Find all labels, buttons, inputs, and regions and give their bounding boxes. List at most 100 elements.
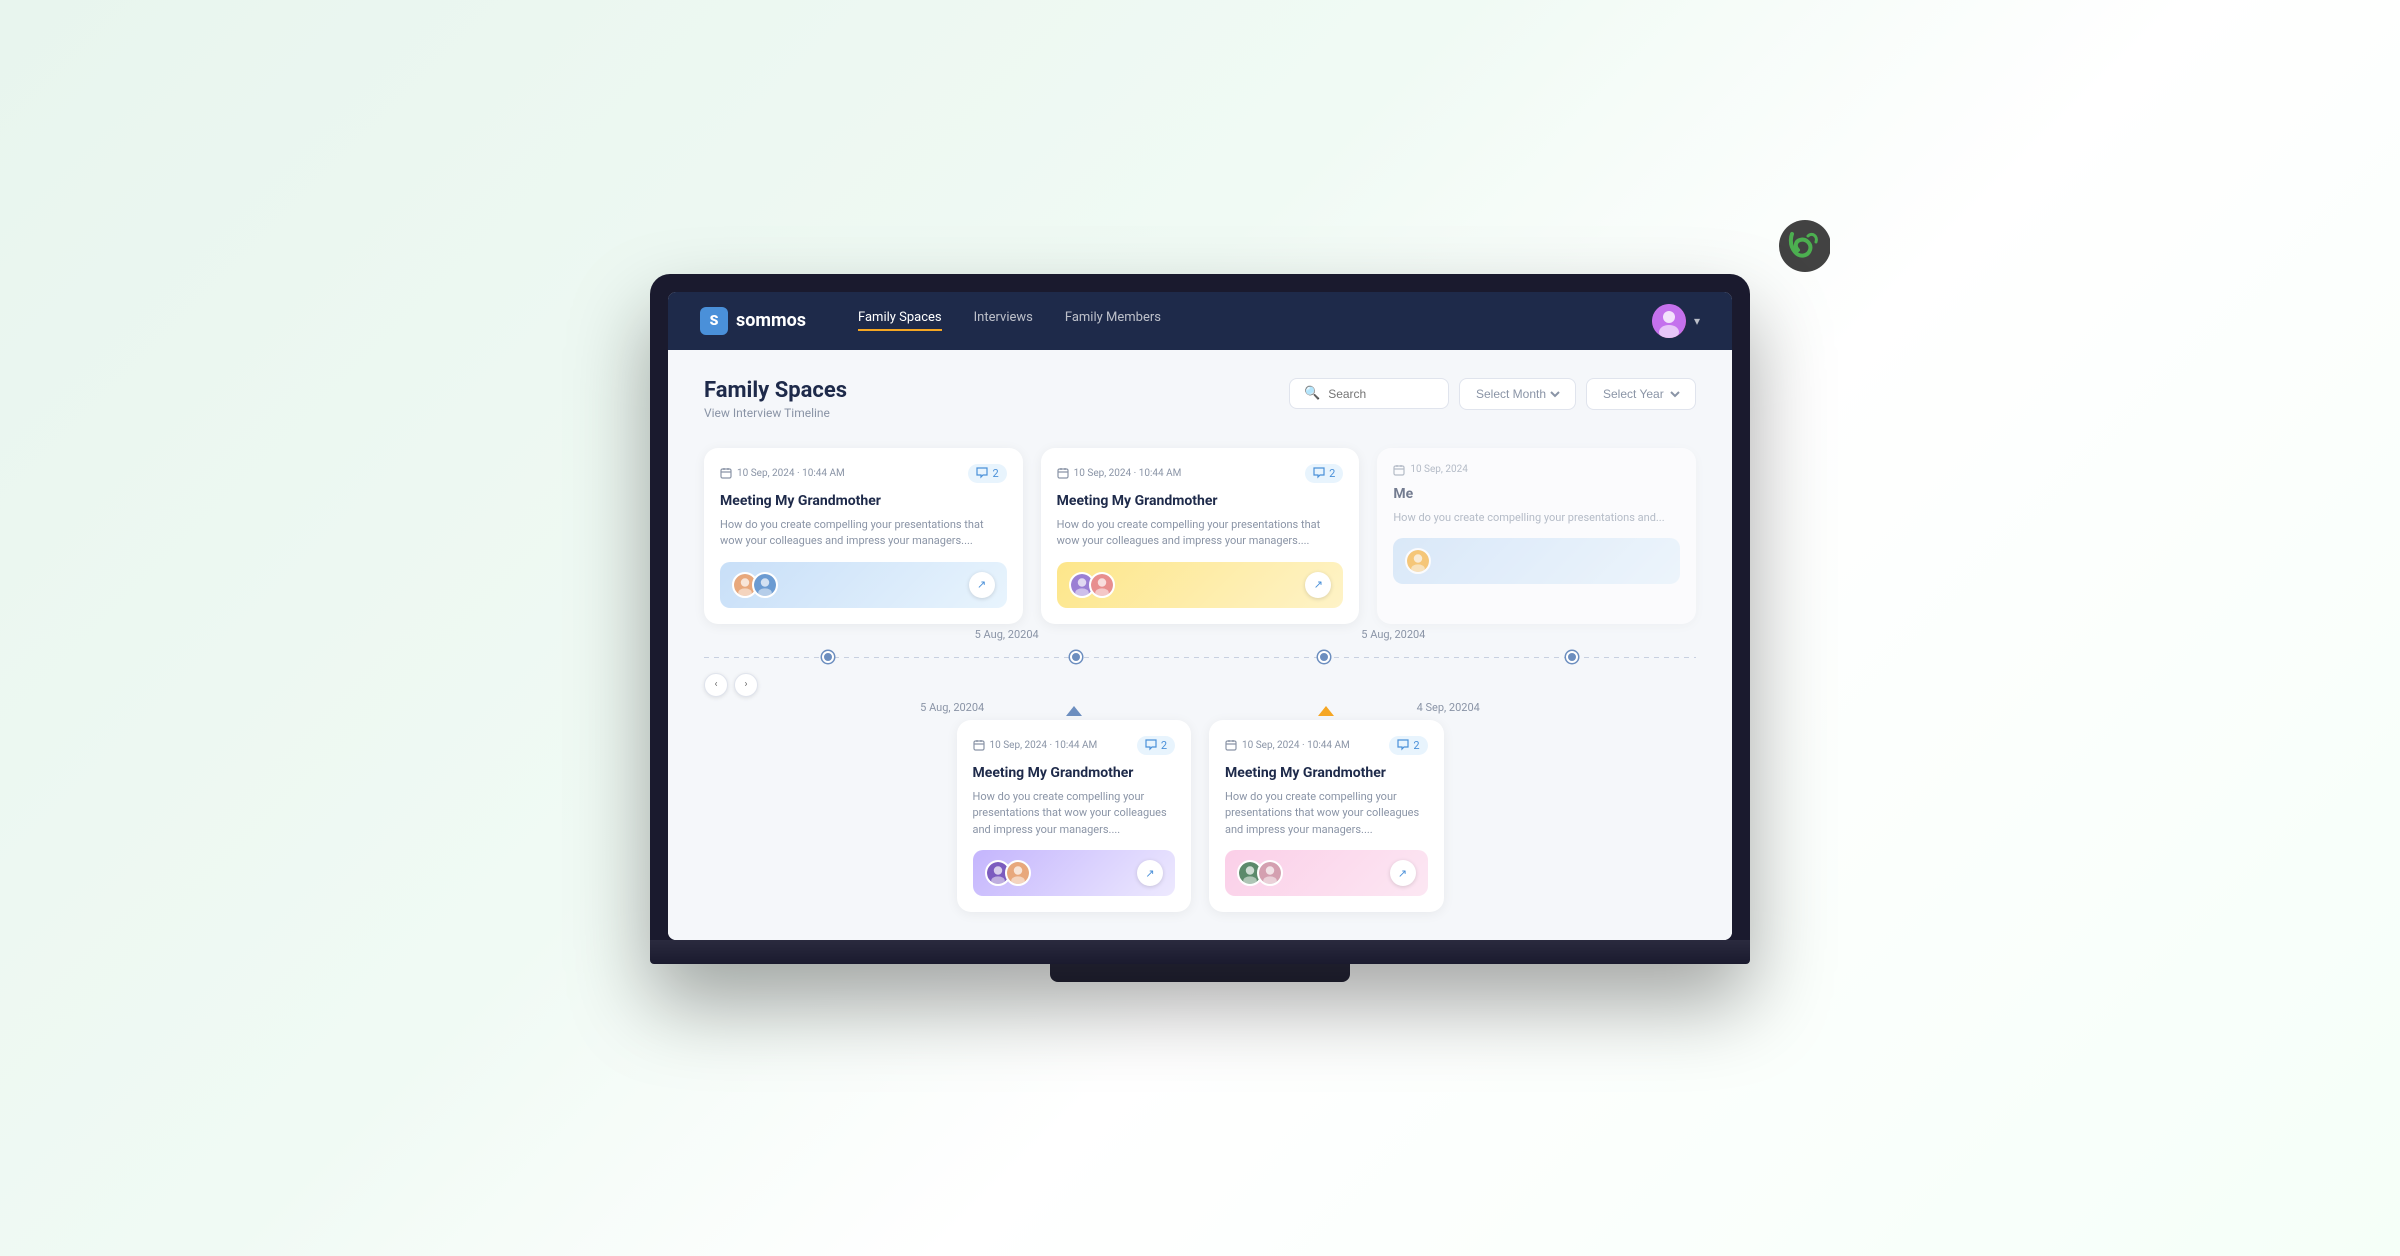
mini-avatar-3a [1405, 548, 1431, 574]
brand-logo: S sommos [700, 307, 806, 335]
page-subtitle: View Interview Timeline [704, 406, 847, 420]
card-date-4: 10 Sep, 2024 · 10:44 AM [973, 739, 1098, 751]
mini-avatar-5b [1257, 860, 1283, 886]
mini-avatar-1b [752, 572, 778, 598]
page-title-group: Family Spaces View Interview Timeline [704, 378, 847, 420]
timeline-next-btn[interactable]: › [734, 673, 758, 697]
timeline-dot-2 [1070, 651, 1082, 663]
date-label-top-1: 5 Aug, 20204 [975, 628, 1039, 641]
nav-family-members[interactable]: Family Members [1065, 310, 1161, 331]
bottom-date-labels: 5 Aug, 20204 4 Sep, 20204 [704, 701, 1696, 714]
bottom-date-label-left: 5 Aug, 20204 [920, 701, 984, 714]
arrow-btn-1[interactable]: ↗ [969, 572, 995, 598]
comment-badge-5: 2 [1389, 736, 1427, 755]
timeline-dot-3 [1318, 651, 1330, 663]
comment-badge-1: 2 [968, 464, 1006, 483]
bottom-spacer-1 [704, 720, 939, 913]
card-footer-1: ↗ [720, 562, 1007, 608]
select-month-dropdown[interactable]: Select Month [1459, 378, 1576, 410]
nav-family-spaces[interactable]: Family Spaces [858, 310, 942, 331]
calendar-icon-4 [973, 739, 985, 751]
header-controls: 🔍 Select Month Select Year [1289, 378, 1696, 410]
comment-icon-5 [1397, 739, 1409, 751]
bottom-date-label-right: 4 Sep, 20204 [1417, 701, 1480, 714]
avatars-1 [732, 572, 778, 598]
avatar [1652, 304, 1686, 338]
card-date-2: 10 Sep, 2024 · 10:44 AM [1057, 467, 1182, 479]
search-icon: 🔍 [1304, 386, 1320, 401]
bottom-spacer-2 [1462, 720, 1697, 913]
laptop-frame: S sommos Family Spaces Interviews Family… [650, 274, 1750, 965]
arrow-btn-2[interactable]: ↗ [1305, 572, 1331, 598]
card-date-1: 10 Sep, 2024 · 10:44 AM [720, 467, 845, 479]
card-date-row-5: 10 Sep, 2024 · 10:44 AM 2 [1225, 736, 1428, 755]
arrow-btn-5[interactable]: ↗ [1390, 860, 1416, 886]
calendar-icon-1 [720, 467, 732, 479]
avatars-4 [985, 860, 1031, 886]
timeline-nav: ‹ › [704, 673, 1696, 697]
laptop-base [650, 940, 1750, 964]
card-up-arrow-4 [1066, 706, 1082, 716]
card-desc-1: How do you create compelling your presen… [720, 517, 1007, 550]
laptop-stand [1050, 964, 1350, 982]
card-date-5: 10 Sep, 2024 · 10:44 AM [1225, 739, 1350, 751]
dots-row [704, 641, 1696, 673]
calendar-icon-2 [1057, 467, 1069, 479]
mini-avatar-4b [1005, 860, 1031, 886]
search-box[interactable]: 🔍 [1289, 378, 1449, 409]
avatars-2 [1069, 572, 1115, 598]
interview-card-3-partial: 10 Sep, 2024 Me How do you create compel… [1377, 448, 1696, 624]
card-date-row-3: 10 Sep, 2024 [1393, 464, 1680, 476]
timeline-section: 10 Sep, 2024 · 10:44 AM 2 Meeting My Gra… [704, 448, 1696, 913]
card-footer-3 [1393, 538, 1680, 584]
calendar-icon-3 [1393, 464, 1405, 476]
comment-badge-2: 2 [1305, 464, 1343, 483]
card-title-1: Meeting My Grandmother [720, 493, 1007, 509]
avatars-5 [1237, 860, 1283, 886]
arrow-btn-4[interactable]: ↗ [1137, 860, 1163, 886]
page-header: Family Spaces View Interview Timeline 🔍 … [704, 378, 1696, 420]
app-container: S sommos Family Spaces Interviews Family… [668, 292, 1732, 941]
card-title-4: Meeting My Grandmother [973, 765, 1176, 781]
card-date-row-4: 10 Sep, 2024 · 10:44 AM 2 [973, 736, 1176, 755]
select-year-dropdown[interactable]: Select Year [1586, 378, 1696, 410]
interview-card-1: 10 Sep, 2024 · 10:44 AM 2 Meeting My Gra… [704, 448, 1023, 624]
card-title-5: Meeting My Grandmother [1225, 765, 1428, 781]
card-desc-3: How do you create compelling your presen… [1393, 510, 1680, 527]
timeline-prev-btn[interactable]: ‹ [704, 673, 728, 697]
search-input[interactable] [1328, 387, 1434, 401]
comment-icon-2 [1313, 467, 1325, 479]
card-desc-2: How do you create compelling your presen… [1057, 517, 1344, 550]
card-title-2: Meeting My Grandmother [1057, 493, 1344, 509]
card-date-row-1: 10 Sep, 2024 · 10:44 AM 2 [720, 464, 1007, 483]
main-content: Family Spaces View Interview Timeline 🔍 … [668, 350, 1732, 941]
interview-card-5: 10 Sep, 2024 · 10:44 AM 2 Meeting My Gra… [1209, 720, 1444, 913]
calendar-icon-5 [1225, 739, 1237, 751]
interview-card-4: 10 Sep, 2024 · 10:44 AM 2 Meeting My Gra… [957, 720, 1192, 913]
page-title: Family Spaces [704, 378, 847, 403]
card-title-3: Me [1393, 486, 1680, 502]
mini-avatar-2b [1089, 572, 1115, 598]
select-month-select[interactable]: Select Month [1472, 386, 1563, 402]
comment-icon-4 [1145, 739, 1157, 751]
timeline-dot-1 [822, 651, 834, 663]
card-footer-2: ↗ [1057, 562, 1344, 608]
card-up-arrow-5 [1318, 706, 1334, 716]
nav-links: Family Spaces Interviews Family Members [858, 310, 1620, 331]
card-desc-4: How do you create compelling your presen… [973, 789, 1176, 839]
timeline-dot-4 [1566, 651, 1578, 663]
nav-interviews[interactable]: Interviews [974, 310, 1033, 331]
card-date-row-2: 10 Sep, 2024 · 10:44 AM 2 [1057, 464, 1344, 483]
nav-user[interactable]: ▾ [1652, 304, 1700, 338]
date-label-top-2: 5 Aug, 20204 [1361, 628, 1425, 641]
comment-icon-1 [976, 467, 988, 479]
bottom-cards-grid: 10 Sep, 2024 · 10:44 AM 2 Meeting My Gra… [704, 720, 1696, 913]
navbar: S sommos Family Spaces Interviews Family… [668, 292, 1732, 350]
brand-name: sommos [736, 310, 806, 331]
select-year-select[interactable]: Select Year [1599, 386, 1683, 402]
interview-card-2: 10 Sep, 2024 · 10:44 AM 2 Meeting My Gra… [1041, 448, 1360, 624]
laptop-screen: S sommos Family Spaces Interviews Family… [668, 292, 1732, 941]
card-footer-5: ↗ [1225, 850, 1428, 896]
comment-badge-4: 2 [1137, 736, 1175, 755]
card-desc-5: How do you create compelling your presen… [1225, 789, 1428, 839]
